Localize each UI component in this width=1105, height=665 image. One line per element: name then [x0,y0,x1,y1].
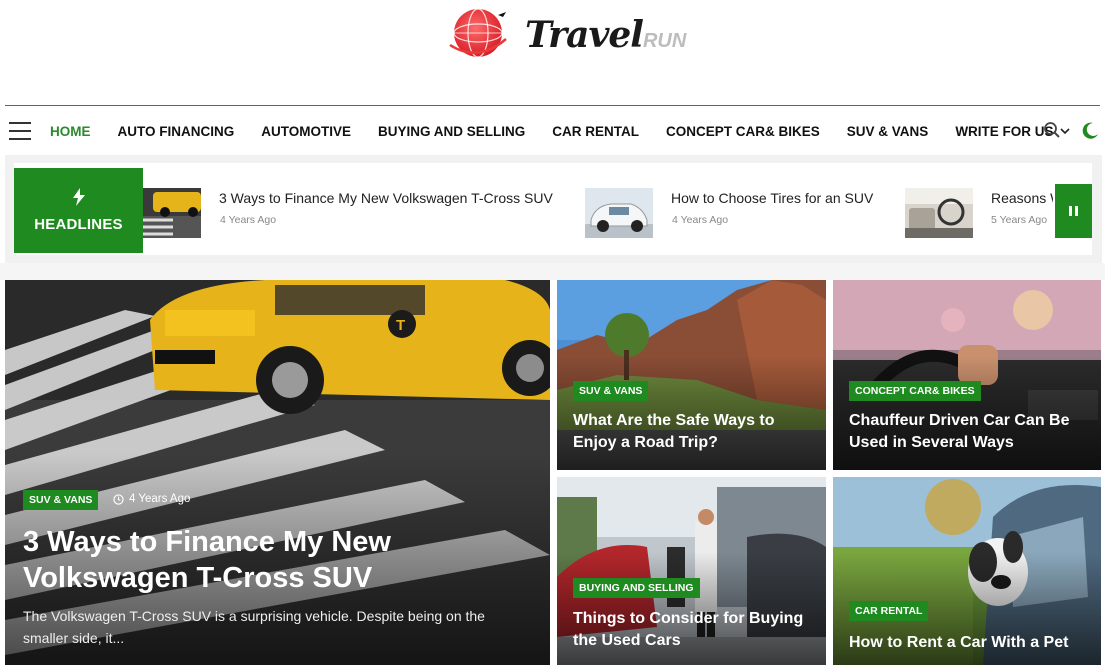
ticker-thumbnail[interactable] [585,188,653,238]
post-card[interactable]: CAR RENTAL How to Rent a Car With a Pet [833,477,1101,665]
nav-item-buying-and-selling[interactable]: BUYING AND SELLING [378,124,525,139]
category-badge[interactable]: CONCEPT CAR& BIKES [849,381,981,401]
ticker-image [143,188,201,238]
nav-menu: HOME AUTO FINANCING AUTOMOTIVE BUYING AN… [50,110,1097,152]
nav-item-write-for-us-label: WRITE FOR US [955,123,1054,139]
post-card[interactable]: CONCEPT CAR& BIKES Chauffeur Driven Car … [833,280,1101,470]
chevron-down-icon [1059,128,1070,135]
clock-icon [113,493,124,505]
globe-icon [449,8,507,58]
nav-item-suv-vans[interactable]: SUV & VANS [847,124,929,139]
ticker-item-title[interactable]: How to Choose Tires for an SUV [671,190,873,206]
site-logo[interactable]: TravelRUN [440,0,686,70]
post-title[interactable]: How to Rent a Car With a Pet [849,632,1094,654]
headlines-label-text: HEADLINES [34,216,123,233]
nav-item-auto-financing[interactable]: AUTO FINANCING [118,124,235,139]
logo-wordmark: TravelRUN [525,14,687,56]
category-badge[interactable]: BUYING AND SELLING [573,578,700,598]
nav-item-home[interactable]: HOME [50,124,91,139]
menu-icon[interactable] [9,122,31,140]
section-spacer [0,263,1105,280]
ticker-thumbnail[interactable] [905,188,973,238]
ticker-image [905,188,973,238]
main-navigation: HOME AUTO FINANCING AUTOMOTIVE BUYING AN… [0,110,1105,152]
nav-item-automotive[interactable]: AUTOMOTIVE [261,124,351,139]
post-card[interactable]: BUYING AND SELLING Things to Consider fo… [557,477,826,665]
post-card[interactable]: SUV & VANS What Are the Safe Ways to Enj… [557,280,826,470]
ticker-item-date: 4 Years Ago [220,214,277,226]
search-icon[interactable] [1043,121,1061,139]
post-title[interactable]: What Are the Safe Ways to Enjoy a Road T… [573,410,818,455]
bolt-icon [72,188,85,206]
ticker-item-title[interactable]: 3 Ways to Finance My New Volkswagen T-Cr… [219,190,553,206]
post-date-text: 4 Years Ago [129,493,191,505]
featured-post-excerpt: The Volkswagen T-Cross SUV is a surprisi… [23,608,485,646]
headlines-label: HEADLINES [14,168,143,253]
pause-button[interactable] [1055,184,1092,238]
ticker-item-date: 5 Years Ago [991,214,1048,226]
category-badge[interactable]: SUV & VANS [573,381,649,401]
svg-text:T: T [396,317,405,334]
ticker-item-title[interactable]: Reasons W [991,190,1053,206]
post-date: 4 Years Ago [113,493,190,505]
header-divider [5,105,1100,106]
post-title[interactable]: Things to Consider for Buying the Used C… [573,608,818,653]
moon-icon[interactable] [1080,121,1100,141]
nav-item-car-rental[interactable]: CAR RENTAL [552,124,639,139]
ticker-item-date: 4 Years Ago [672,214,729,226]
pause-icon [1068,206,1080,216]
category-badge[interactable]: CAR RENTAL [849,601,929,621]
ticker-thumbnail[interactable] [143,188,201,238]
nav-item-concept-car-bikes[interactable]: CONCEPT CAR& BIKES [666,124,820,139]
featured-post-title[interactable]: 3 Ways to Finance My New Volkswagen T-Cr… [23,524,493,597]
post-title[interactable]: Chauffeur Driven Car Can Be Used in Seve… [849,410,1094,455]
featured-post-card[interactable]: T SUV & VANS 4 Years Ago 3 Ways to Finan… [5,280,550,665]
ticker-image [585,188,653,238]
category-badge[interactable]: SUV & VANS [23,490,99,510]
